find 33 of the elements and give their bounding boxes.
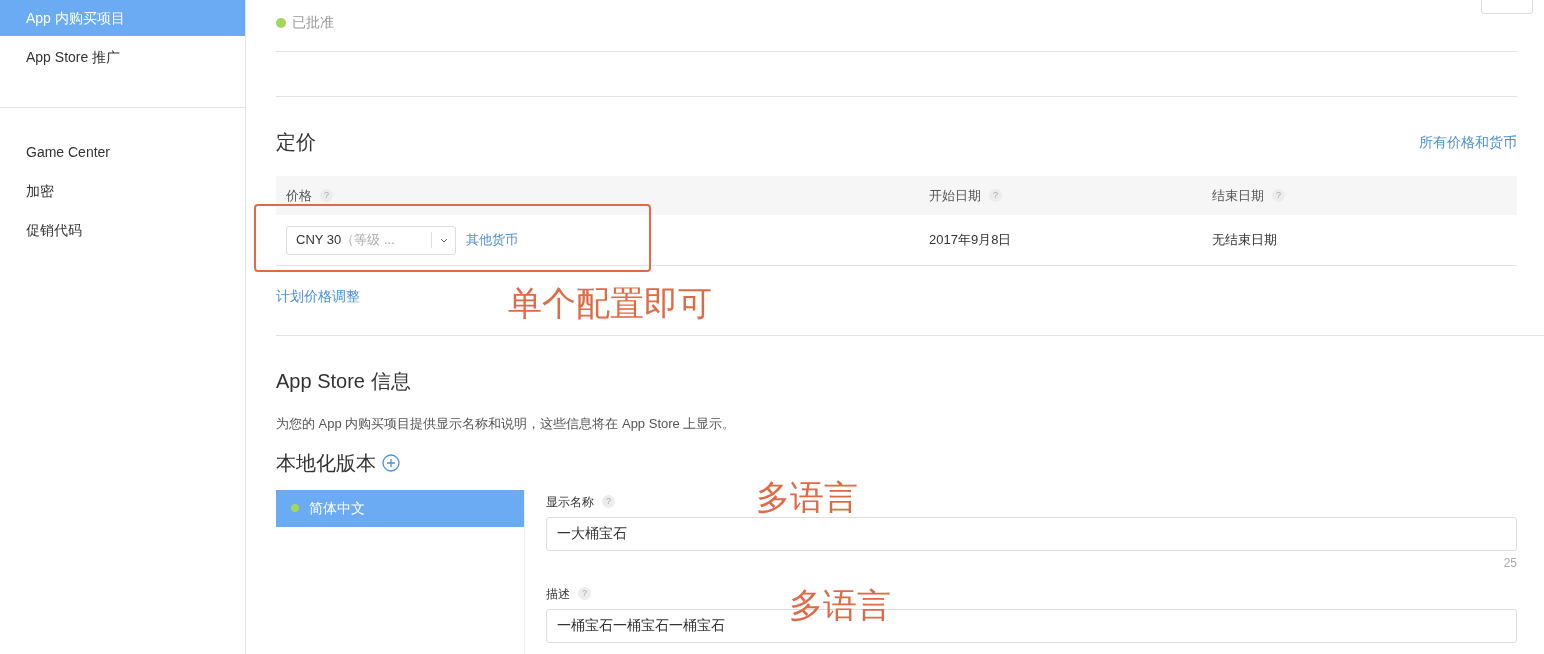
sidebar-item[interactable]: App Store 推广 [0, 39, 245, 75]
subsection-title: 本地化版本 [276, 450, 376, 476]
help-icon[interactable]: ? [989, 189, 1002, 202]
field-label: 显示名称 [546, 493, 594, 511]
section-title: 定价 [276, 130, 316, 155]
table-cell-text: 无结束日期 [1211, 231, 1278, 250]
annotation-text: 单个配置即可 [508, 283, 712, 324]
locale-item[interactable]: 简体中文 [276, 489, 524, 527]
status-label: 已批准 [292, 13, 334, 32]
prices-link[interactable]: 所有价格和货币 [1419, 131, 1517, 153]
annotation-text: 多语言 [756, 477, 858, 518]
sidebar-item[interactable]: 促销代码 [0, 212, 245, 248]
add-icon[interactable] [382, 453, 400, 472]
help-icon[interactable]: ? [320, 189, 333, 202]
column-label: 结束日期 [1212, 186, 1264, 205]
field-label: 描述 [546, 585, 570, 603]
help-icon[interactable]: ? [602, 495, 615, 508]
other-currency-link[interactable]: 其他货币 [466, 230, 518, 250]
character-counter: 25 [1503, 554, 1517, 572]
section-description: 为您的 App 内购买项目提供显示名称和说明，这些信息将在 App Store 上显示。 [276, 415, 737, 433]
price-select[interactable]: CNY 30（等级 ... [286, 225, 456, 255]
sidebar-item[interactable]: 加密 [0, 173, 245, 209]
sidebar-item[interactable]: App 内购买项目 [0, 0, 245, 36]
text-field[interactable]: 一大桶宝石 [546, 516, 1517, 551]
chevron-down-icon [439, 237, 448, 243]
schedule-link[interactable]: 计划价格调整 [276, 288, 360, 304]
help-icon[interactable]: ? [578, 587, 591, 600]
sidebar-item[interactable]: Game Center [0, 134, 245, 170]
table-cell-text: 2017年9月8日 [928, 231, 1013, 250]
help-icon[interactable]: ? [1272, 189, 1285, 202]
column-label: 价格 [286, 186, 312, 205]
column-label: 开始日期 [929, 186, 981, 205]
section-title: App Store 信息 [276, 369, 412, 394]
